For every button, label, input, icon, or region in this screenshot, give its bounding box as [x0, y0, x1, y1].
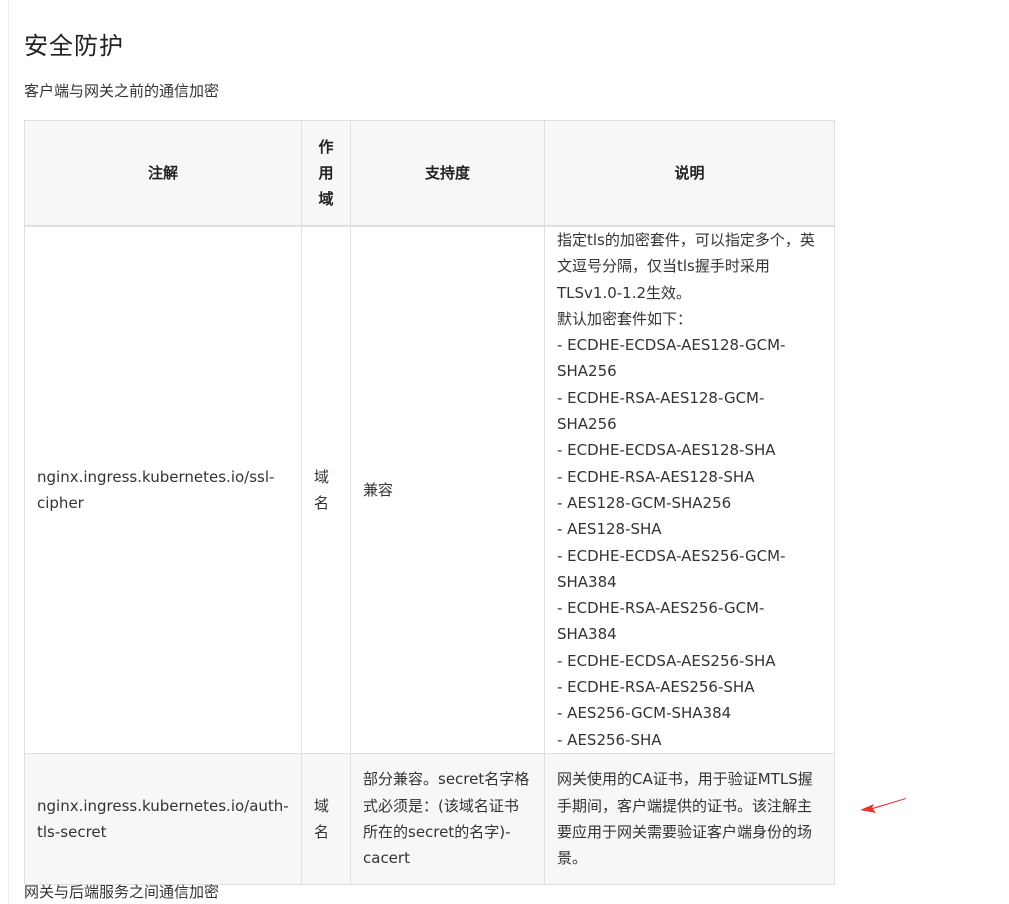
description-line: - ECDHE-ECDSA-AES128-GCM-SHA256 — [557, 336, 786, 381]
cell-support: 兼容 — [350, 225, 545, 754]
left-border-rule — [8, 0, 9, 904]
cell-description: 网关使用的CA证书，用于验证MTLS握手期间，客户端提供的证书。该注解主要应用于… — [544, 752, 835, 885]
table-header-row: 注解 作用域 支持度 说明 — [24, 120, 835, 227]
description-line: - AES256-SHA — [557, 730, 662, 749]
description-line: - ECDHE-RSA-AES128-GCM-SHA256 — [557, 388, 765, 434]
next-section-heading: 网关与后端服务之间通信加密 — [24, 883, 220, 901]
header-description: 说明 — [544, 120, 835, 227]
cell-scope: 域名 — [301, 752, 351, 885]
description-line: - ECDHE-ECDSA-AES128-SHA — [557, 441, 776, 460]
table-row: nginx.ingress.kubernetes.io/ssl-cipher 域… — [24, 225, 835, 754]
table-row: nginx.ingress.kubernetes.io/auth-tls-sec… — [24, 752, 835, 885]
section-subtitle: 客户端与网关之前的通信加密 — [24, 82, 220, 100]
description-line: - AES256-GCM-SHA384 — [557, 704, 732, 723]
description-line: 网关使用的CA证书，用于验证MTLS握手期间，客户端提供的证书。该注解主要应用于… — [557, 770, 813, 868]
description-line: - ECDHE-RSA-AES256-GCM-SHA384 — [557, 599, 765, 644]
header-scope: 作用域 — [301, 120, 351, 227]
cell-annotation: nginx.ingress.kubernetes.io/auth-tls-sec… — [24, 752, 302, 885]
arrow-shape — [860, 798, 906, 813]
red-arrow-annotation-icon — [860, 798, 906, 813]
cell-scope: 域名 — [301, 225, 351, 754]
cell-support: 部分兼容。secret名字格式必须是：(该域名证书所在的secret的名字)-c… — [350, 752, 545, 885]
description-line: 指定tls的加密套件，可以指定多个，英文逗号分隔，仅当tls握手时采用TLSv1… — [557, 231, 815, 302]
description-line: - ECDHE-ECDSA-AES256-GCM-SHA384 — [557, 546, 786, 591]
cell-annotation: nginx.ingress.kubernetes.io/ssl-cipher — [24, 225, 302, 754]
section-title: 安全防护 — [24, 32, 124, 60]
header-support: 支持度 — [350, 120, 545, 227]
description-line: - AES128-SHA — [557, 520, 662, 539]
description-line: - ECDHE-RSA-AES128-SHA — [557, 467, 755, 486]
description-line: 默认加密套件如下： — [557, 309, 693, 328]
description-line: - ECDHE-RSA-AES256-SHA — [557, 678, 755, 697]
description-line: - AES128-GCM-SHA256 — [557, 493, 732, 512]
description-line: - ECDHE-ECDSA-AES256-SHA — [557, 651, 776, 670]
header-annotation: 注解 — [24, 120, 302, 227]
cell-description: 指定tls的加密套件，可以指定多个，英文逗号分隔，仅当tls握手时采用TLSv1… — [544, 225, 835, 754]
annotation-table: 注解 作用域 支持度 说明 nginx.ingress.kubernetes.i… — [24, 120, 835, 885]
